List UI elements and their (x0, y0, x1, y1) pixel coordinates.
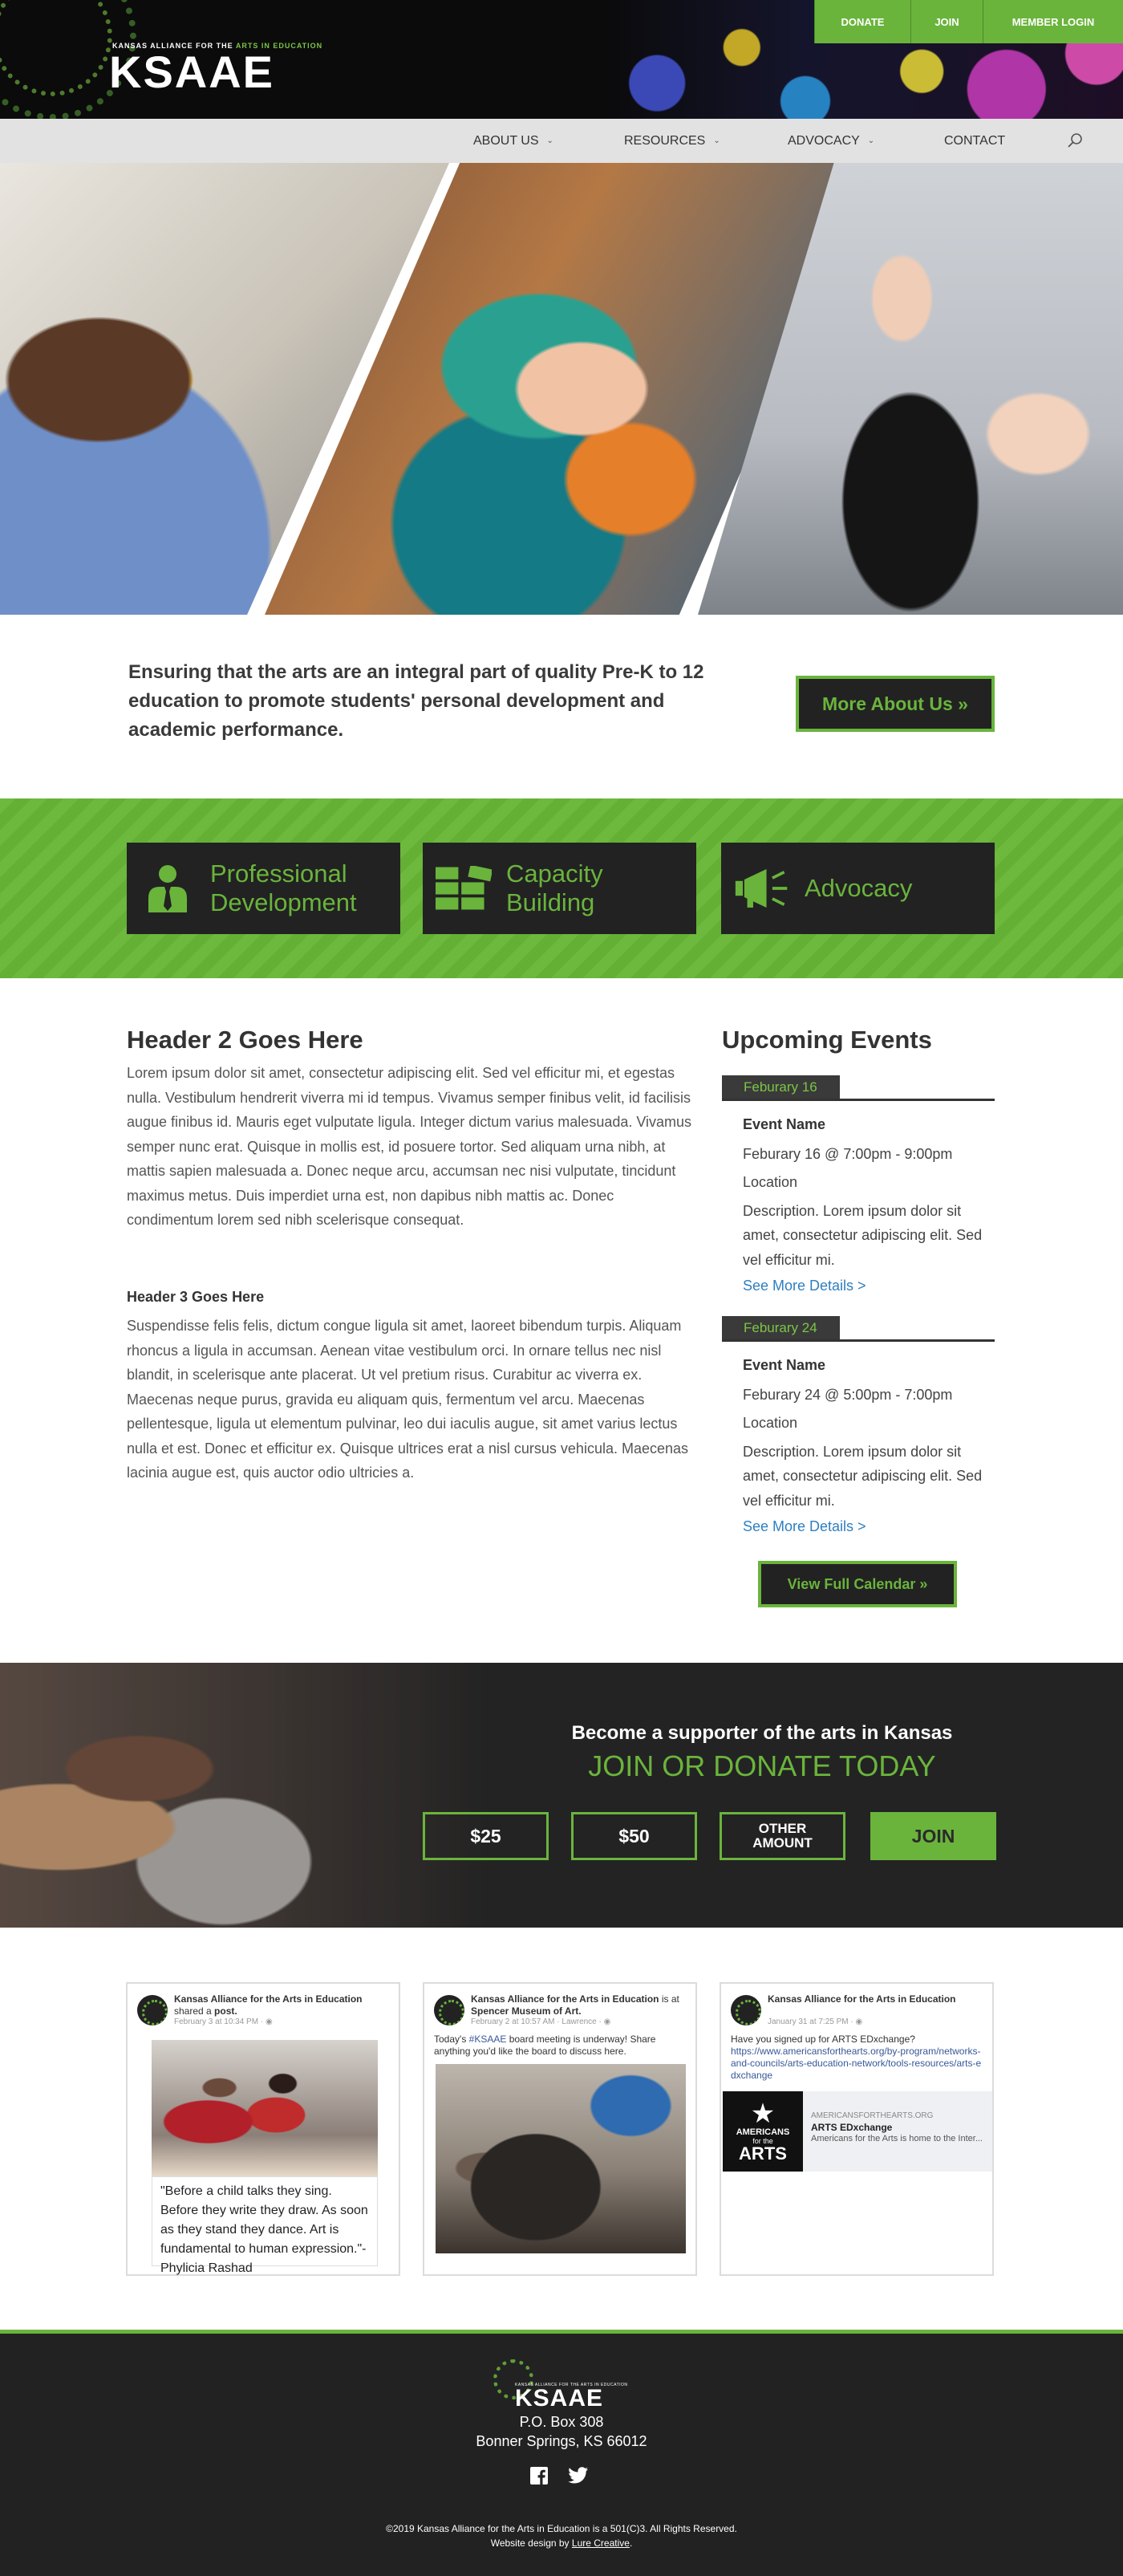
support-join-button[interactable]: JOIN (870, 1812, 996, 1860)
footer-address-line: P.O. Box 308 (519, 2414, 604, 2430)
feature-label: Advocacy (805, 874, 913, 902)
donate-25-button[interactable]: $25 (423, 1812, 549, 1860)
post-text: Today's #KSAAE board meeting is underway… (434, 2034, 656, 2057)
link-preview-info: AMERICANSFORTHEARTS.ORG ARTS EDxchange A… (811, 2111, 983, 2143)
megaphone-icon (734, 860, 790, 916)
star-icon: ★ (750, 2099, 776, 2129)
twitter-icon[interactable] (568, 2465, 589, 2486)
feature-advocacy[interactable]: Advocacy (721, 843, 995, 934)
feature-professional-development[interactable]: Professional Development (127, 843, 400, 934)
americans-for-the-arts-logo: ★ AMERICANS for the ARTS (723, 2091, 803, 2172)
footer-credit: Website design by Lure Creative. (490, 2537, 633, 2549)
lure-creative-link[interactable]: Lure Creative (572, 2537, 630, 2549)
donate-other-amount-button[interactable]: OTHER AMOUNT (720, 1812, 845, 1860)
donate-50-button[interactable]: $50 (571, 1812, 697, 1860)
footer-copyright: ©2019 Kansas Alliance for the Arts in Ed… (386, 2523, 737, 2534)
post-quote: "Before a child talks they sing. Before … (152, 2176, 378, 2275)
view-full-calendar-button[interactable]: View Full Calendar » (758, 1561, 957, 1607)
nav-item-contact[interactable]: CONTACT (944, 119, 1005, 163)
person-tie-icon (140, 860, 196, 916)
post-author: Kansas Alliance for the Arts in Educatio… (471, 1993, 679, 2017)
facebook-post-card[interactable]: Kansas Alliance for the Arts in Educatio… (720, 1982, 994, 2276)
footer-logo[interactable]: KSAAE (515, 2385, 603, 2412)
upcoming-events-heading: Upcoming Events (722, 1026, 932, 1054)
post-url-link[interactable]: https://www.americansforthearts.org/by-p… (731, 2046, 986, 2082)
nav-label: ADVOCACY (788, 133, 860, 148)
support-photo (0, 1663, 497, 1928)
post-photo[interactable] (436, 2064, 686, 2253)
post-author: Kansas Alliance for the Arts in Educatio… (174, 1993, 363, 2017)
other-amount-label: OTHER AMOUNT (752, 1821, 813, 1851)
more-about-us-button[interactable]: More About Us » (796, 676, 995, 732)
event-item: Event Name Feburary 24 @ 5:00pm - 7:00pm… (743, 1353, 995, 1539)
post-author: Kansas Alliance for the Arts in Educatio… (768, 1993, 956, 2005)
support-section (0, 1663, 1123, 1928)
main-nav: ABOUT US ⌄ RESOURCES ⌄ ADVOCACY ⌄ CONTACT (0, 119, 1123, 163)
nav-label: RESOURCES (624, 133, 706, 148)
donate-button[interactable]: DONATE (814, 0, 910, 43)
event-date-tab: Feburary 24 (722, 1316, 995, 1342)
nav-item-resources[interactable]: RESOURCES ⌄ (624, 119, 720, 163)
join-button[interactable]: JOIN (910, 0, 983, 43)
event-description: Description. Lorem ipsum dolor sit amet,… (743, 1443, 983, 1509)
mission-statement: Ensuring that the arts are an integral p… (128, 661, 704, 741)
facebook-post-card[interactable]: Kansas Alliance for the Arts in Educatio… (126, 1982, 400, 2276)
event-details-link[interactable]: See More Details > (743, 1278, 866, 1294)
post-photo[interactable] (152, 2040, 378, 2176)
event-name: Event Name (743, 1357, 826, 1373)
event-details-link[interactable]: See More Details > (743, 1518, 866, 1534)
footer-address-line: Bonner Springs, KS 66012 (476, 2433, 647, 2449)
nav-label: CONTACT (944, 133, 1006, 148)
content-paragraph: Lorem ipsum dolor sit amet, consectetur … (127, 1065, 692, 1228)
feature-capacity-building[interactable]: Capacity Building (423, 843, 696, 934)
site-header: KANSAS ALLIANCE FOR THE ARTS IN EDUCATIO… (0, 0, 1123, 119)
event-time: Feburary 16 @ 7:00pm - 9:00pm (743, 1145, 953, 1162)
feature-band: Professional Development Capacity Building (0, 798, 1123, 978)
chevron-down-icon: ⌄ (867, 136, 875, 145)
event-location: Location (743, 1174, 798, 1190)
post-timestamp: February 3 at 10:34 PM · ◉ (174, 2017, 273, 2026)
content-heading-3: Header 3 Goes Here (127, 1289, 265, 1305)
feature-label: Professional Development (210, 859, 357, 916)
site-logo[interactable]: KSAAE (109, 50, 274, 95)
event-description: Description. Lorem ipsum dolor sit amet,… (743, 1202, 983, 1268)
chevron-down-icon: ⌄ (713, 136, 720, 145)
content-paragraph: Suspendisse felis felis, dictum congue l… (127, 1318, 689, 1481)
post-timestamp: January 31 at 7:25 PM · ◉ (768, 2017, 863, 2026)
event-location: Location (743, 1415, 798, 1431)
link-preview[interactable]: ★ AMERICANS for the ARTS AMERICANSFORTHE… (723, 2091, 992, 2172)
search-icon[interactable] (1067, 132, 1084, 149)
feature-label: Capacity Building (506, 859, 603, 916)
bricks-icon (436, 860, 492, 916)
facebook-post-card[interactable]: Kansas Alliance for the Arts in Educatio… (423, 1982, 697, 2276)
event-time: Feburary 24 @ 5:00pm - 7:00pm (743, 1386, 953, 1403)
event-date-tab: Feburary 16 (722, 1075, 995, 1101)
nav-label: ABOUT US (473, 133, 539, 148)
chevron-down-icon: ⌄ (546, 136, 553, 145)
event-name: Event Name (743, 1116, 826, 1132)
hashtag-link[interactable]: #KSAAE (469, 2034, 507, 2045)
avatar (434, 1995, 464, 2025)
support-title: Become a supporter of the arts in Kansas (571, 1722, 953, 1744)
avatar (731, 1995, 761, 2025)
avatar (137, 1995, 168, 2025)
post-timestamp: February 2 at 10:57 AM · Lawrence · ◉ (471, 2017, 611, 2026)
content-heading-2: Header 2 Goes Here (127, 1026, 363, 1054)
utility-nav: DONATE JOIN MEMBER LOGIN (814, 0, 1123, 43)
hero-banner (0, 163, 1123, 615)
post-text: Have you signed up for ARTS EDxchange? h… (731, 2034, 986, 2082)
nav-item-advocacy[interactable]: ADVOCACY ⌄ (788, 119, 874, 163)
member-login-button[interactable]: MEMBER LOGIN (983, 0, 1123, 43)
support-subtitle: JOIN OR DONATE TODAY (588, 1749, 936, 1782)
facebook-icon[interactable] (529, 2465, 549, 2486)
nav-item-about-us[interactable]: ABOUT US ⌄ (473, 119, 553, 163)
event-item: Event Name Feburary 16 @ 7:00pm - 9:00pm… (743, 1112, 995, 1298)
